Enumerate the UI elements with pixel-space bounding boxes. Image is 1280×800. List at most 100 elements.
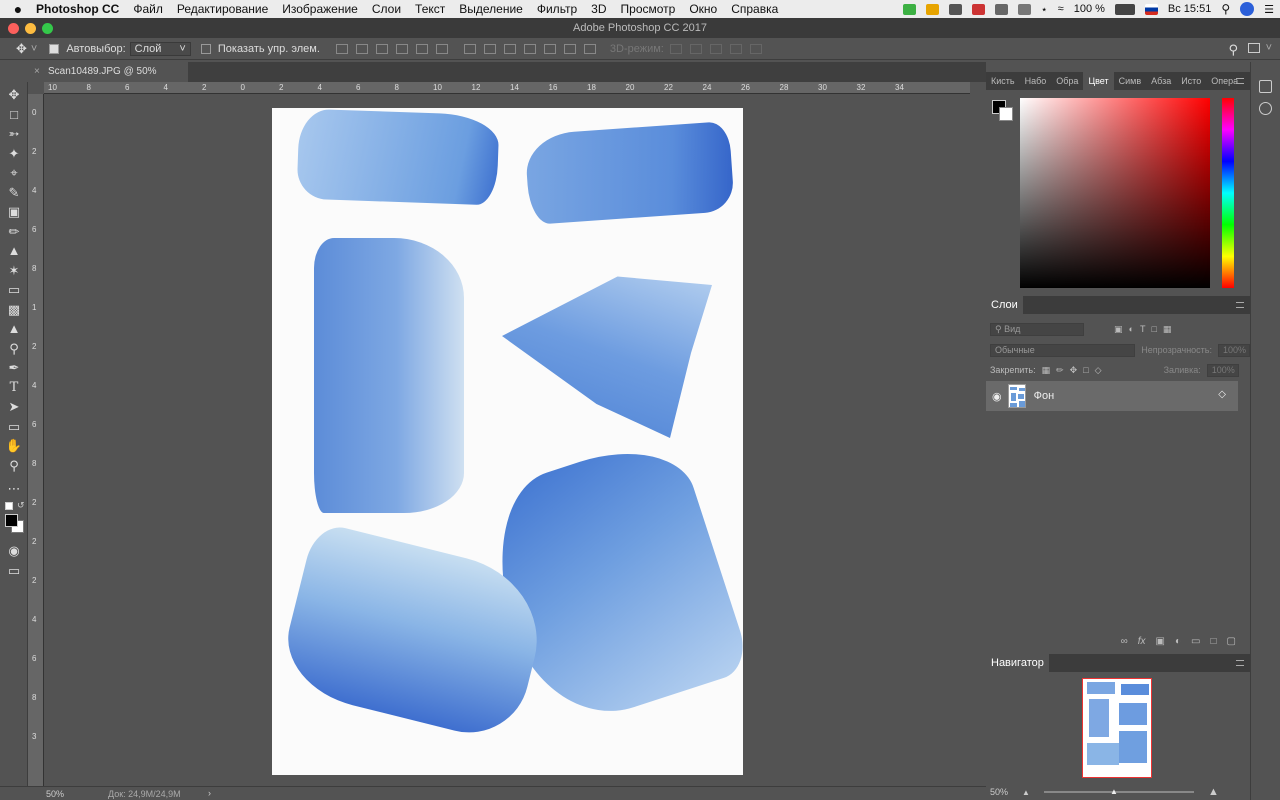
menu-3d[interactable]: 3D [591, 2, 606, 16]
menu-type[interactable]: Текст [415, 2, 445, 16]
layer-style-fx-icon[interactable]: fx [1138, 636, 1146, 647]
navigator-zoom-field[interactable]: 50% [990, 787, 1008, 797]
distribute-vcenter-icon[interactable] [483, 43, 496, 54]
tab-paragraph[interactable]: Абза [1146, 72, 1176, 90]
pen-tool-icon[interactable]: ✒ [5, 359, 23, 377]
type-tool-icon[interactable]: T [5, 379, 23, 397]
menu-file[interactable]: Файл [133, 2, 163, 16]
lock-position-icon[interactable]: ✥ [1070, 365, 1078, 376]
rectangle-tool-icon[interactable]: ▭ [5, 418, 23, 436]
eraser-tool-icon[interactable]: ▭ [5, 281, 23, 299]
menu-help[interactable]: Справка [731, 2, 778, 16]
quick-mask-icon[interactable]: ◉ [5, 542, 23, 560]
tab-samples[interactable]: Обра [1051, 72, 1083, 90]
tab-layers[interactable]: Слои [986, 296, 1023, 314]
opacity-field[interactable]: 100% [1218, 343, 1250, 357]
wifi-icon[interactable]: ≈ [1058, 3, 1064, 15]
layer-lock-icon[interactable]: ◇ [1218, 389, 1226, 400]
color-bg-swatch[interactable] [999, 107, 1013, 121]
default-colors-icon[interactable] [5, 502, 13, 510]
dodge-tool-icon[interactable]: ⚲ [5, 340, 23, 358]
foreground-color-swatch[interactable] [5, 514, 18, 527]
filter-shape-icon[interactable]: □ [1151, 324, 1156, 334]
lock-transparent-icon[interactable]: ▦ [1042, 365, 1051, 376]
lasso-tool-icon[interactable]: ➳ [5, 125, 23, 143]
magic-wand-tool-icon[interactable]: ✦ [5, 145, 23, 163]
fill-field[interactable]: 100% [1206, 363, 1239, 377]
battery-icon[interactable] [1114, 3, 1135, 15]
marquee-tool-icon[interactable]: □ [5, 106, 23, 124]
display-icon[interactable] [1017, 3, 1031, 15]
distribute-bottom-icon[interactable] [503, 43, 516, 54]
align-vcenter-icon[interactable] [355, 43, 368, 54]
hand-tool-icon[interactable]: ✋ [5, 437, 23, 455]
layer-filter-select[interactable]: ⚲ Вид [990, 322, 1084, 336]
document-canvas[interactable] [272, 108, 743, 775]
panel-menu-icon[interactable] [1236, 302, 1244, 308]
zoom-level-field[interactable]: 50% [46, 789, 64, 799]
gradient-tool-icon[interactable]: ▩ [5, 301, 23, 319]
new-adjustment-icon[interactable]: ◐ [1175, 636, 1181, 647]
adjustments-panel-icon[interactable] [1259, 102, 1272, 115]
workspace-icon[interactable] [1248, 43, 1260, 53]
panel-menu-icon[interactable] [1236, 660, 1244, 666]
search-icon[interactable]: ⚲ [1221, 2, 1230, 16]
move-tool-icon[interactable]: ✥ [5, 86, 23, 104]
zoom-out-icon[interactable]: ▲ [1022, 788, 1030, 797]
more-tools-icon[interactable]: ⋯ [5, 480, 23, 498]
chevron-down-icon[interactable]: ˅ [31, 43, 37, 55]
slide-3d-icon[interactable] [729, 43, 742, 54]
menu-edit[interactable]: Редактирование [177, 2, 268, 16]
distribute-left-icon[interactable] [523, 43, 536, 54]
tab-brush[interactable]: Кисть [986, 72, 1020, 90]
filter-adjustment-icon[interactable]: ◐ [1129, 324, 1134, 334]
blur-tool-icon[interactable]: ▲ [5, 320, 23, 338]
filter-smart-object-icon[interactable]: ▦ [1163, 324, 1172, 335]
menu-filter[interactable]: Фильтр [537, 2, 577, 16]
new-layer-icon[interactable]: □ [1211, 636, 1217, 647]
tab-navigator[interactable]: Навигатор [986, 654, 1049, 672]
distribute-top-icon[interactable] [463, 43, 476, 54]
menu-layers[interactable]: Слои [372, 2, 401, 16]
show-transform-checkbox[interactable] [200, 43, 211, 54]
link-layers-icon[interactable]: ∞ [1121, 636, 1128, 647]
tab-character[interactable]: Симв [1114, 72, 1147, 90]
autoselect-checkbox[interactable] [49, 43, 60, 54]
path-selection-tool-icon[interactable]: ➤ [5, 398, 23, 416]
horizontal-ruler[interactable]: 10 8 6 4 2 0 2 4 6 8 10 12 14 16 18 20 22 24 26 28 30 32 34 [44, 82, 970, 94]
autoselect-select[interactable]: Слой ˅ [129, 41, 191, 56]
vertical-ruler[interactable]: 0 2 4 6 8 1 2 4 6 8 2 2 2 4 6 8 3 [28, 94, 44, 786]
scale-3d-icon[interactable] [749, 43, 762, 54]
chevron-down-icon[interactable]: ˅ [1266, 42, 1272, 54]
align-top-icon[interactable] [335, 43, 348, 54]
canvas-area[interactable] [44, 94, 970, 786]
creative-cloud-icon[interactable] [948, 3, 962, 15]
menu-view[interactable]: Просмотр [621, 2, 676, 16]
zoom-window-button[interactable] [42, 23, 53, 34]
delete-layer-trash-icon[interactable]: ▢ [1227, 636, 1236, 647]
download-icon[interactable] [902, 3, 916, 15]
panel-menu-icon[interactable] [1236, 78, 1244, 84]
search-icon[interactable]: ⚲ [1228, 42, 1238, 58]
menu-image[interactable]: Изображение [282, 2, 358, 16]
vlc-icon[interactable] [925, 3, 939, 15]
chevron-right-icon[interactable]: › [208, 788, 211, 798]
menu-select[interactable]: Выделение [459, 2, 523, 16]
layer-row-background[interactable]: ◉ Фон ◇ [986, 381, 1238, 411]
slider-handle-icon[interactable]: ▲ [1110, 787, 1118, 796]
filter-pixel-icon[interactable]: ▣ [1114, 324, 1123, 335]
screen-mode-icon[interactable]: ▭ [5, 562, 23, 580]
document-tab[interactable]: × Scan10489.JPG @ 50% (RGB/8*) [28, 62, 188, 97]
history-brush-tool-icon[interactable]: ✶ [5, 262, 23, 280]
lock-pixels-icon[interactable]: ✏ [1056, 365, 1064, 376]
color-picker-field[interactable] [1020, 98, 1210, 288]
tab-color[interactable]: Цвет [1083, 72, 1114, 90]
shield-icon[interactable] [994, 3, 1008, 15]
zoom-in-icon[interactable]: ▲ [1208, 786, 1219, 798]
menu-window[interactable]: Окно [689, 2, 717, 16]
move-tool-preset-icon[interactable]: ✥ [16, 41, 27, 57]
navigator-zoom-slider[interactable]: ▲ [1043, 787, 1194, 796]
new-group-folder-icon[interactable]: ▭ [1191, 636, 1200, 647]
bluetooth-icon[interactable]: ⋆ [1041, 3, 1048, 16]
healing-brush-tool-icon[interactable]: ▣ [5, 203, 23, 221]
